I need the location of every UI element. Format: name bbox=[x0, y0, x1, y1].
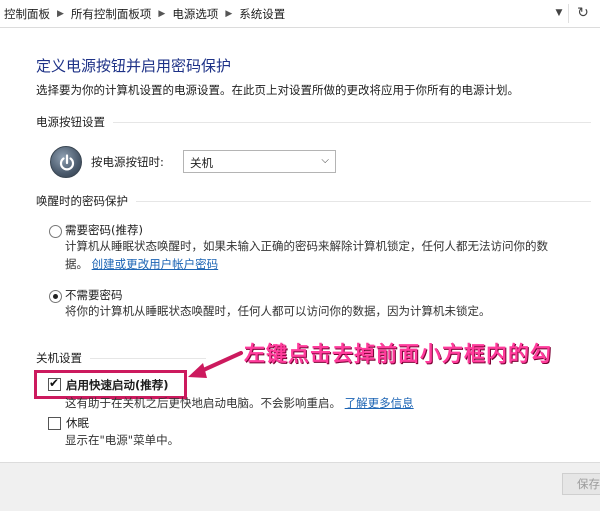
shutdown-section-header: 关机设置 bbox=[36, 350, 206, 366]
section-heading: 关机设置 bbox=[36, 350, 90, 366]
breadcrumb: 控制面板 ▶ 所有控制面板项 ▶ 电源选项 ▶ 系统设置 bbox=[4, 6, 285, 22]
hibernate-label[interactable]: 休眠 bbox=[66, 415, 89, 431]
hibernate-desc: 显示在"电源"菜单中。 bbox=[65, 433, 180, 447]
fast-startup-checkbox[interactable] bbox=[48, 376, 61, 391]
power-icon bbox=[50, 146, 82, 178]
annotation-arrow-icon bbox=[188, 351, 243, 378]
section-heading: 唤醒时的密码保护 bbox=[36, 193, 136, 209]
footer-bar: 保存 bbox=[0, 462, 600, 511]
breadcrumb-item-power-options[interactable]: 电源选项 bbox=[172, 6, 218, 22]
hibernate-checkbox[interactable] bbox=[48, 417, 61, 430]
page-subtitle: 选择要为你的计算机设置的电源设置。在此页上对设置所做的更改将应用于你所有的电源计… bbox=[36, 83, 519, 97]
chevron-right-icon[interactable]: ▶ bbox=[225, 9, 232, 19]
chevron-right-icon[interactable]: ▶ bbox=[57, 9, 64, 19]
require-password-desc-line2: 据。 创建或更改用户帐户密码 bbox=[65, 255, 218, 273]
no-password-desc: 将你的计算机从睡眠状态唤醒时，任何人都可以访问你的数据，因为计算机未锁定。 bbox=[65, 304, 491, 318]
change-account-password-link[interactable]: 创建或更改用户帐户密码 bbox=[92, 257, 219, 271]
no-password-label[interactable]: 不需要密码 bbox=[65, 287, 123, 303]
fast-startup-desc: 这有助于在关机之后更快地启动电脑。不会影响重启。 了解更多信息 bbox=[65, 394, 414, 412]
fast-startup-label[interactable]: 启用快速启动(推荐) bbox=[66, 377, 169, 393]
power-button-section-header: 电源按钮设置 bbox=[36, 114, 591, 130]
address-divider bbox=[568, 4, 569, 23]
chevron-right-icon[interactable]: ▶ bbox=[158, 9, 165, 19]
wake-password-section-header: 唤醒时的密码保护 bbox=[36, 193, 591, 209]
fast-startup-desc-text: 这有助于在关机之后更快地启动电脑。不会影响重启。 bbox=[65, 396, 341, 410]
section-divider bbox=[36, 122, 591, 123]
breadcrumb-item-system-settings[interactable]: 系统设置 bbox=[239, 6, 285, 22]
chevron-down-icon: ⌵ bbox=[321, 155, 329, 166]
require-password-radio[interactable] bbox=[49, 225, 62, 238]
breadcrumb-item-control-panel[interactable]: 控制面板 bbox=[4, 6, 50, 22]
save-button[interactable]: 保存 bbox=[562, 473, 600, 495]
require-password-desc-prefix: 据。 bbox=[65, 257, 88, 271]
section-heading: 电源按钮设置 bbox=[36, 114, 113, 130]
refresh-icon[interactable]: ↻ bbox=[573, 3, 593, 23]
page-title: 定义电源按钮并启用密码保护 bbox=[36, 57, 232, 75]
power-action-value: 关机 bbox=[190, 156, 213, 170]
annotation-text: 左键点击去掉前面小方框内的勾 bbox=[244, 341, 552, 366]
address-dropdown-icon[interactable]: ▼ bbox=[552, 5, 566, 21]
power-button-when-label: 按电源按钮时: bbox=[91, 155, 164, 169]
require-password-label[interactable]: 需要密码(推荐) bbox=[65, 222, 143, 238]
address-bar: 控制面板 ▶ 所有控制面板项 ▶ 电源选项 ▶ 系统设置 ▼ ↻ bbox=[0, 0, 600, 28]
power-action-select[interactable]: 关机 ⌵ bbox=[183, 150, 336, 173]
breadcrumb-item-all-items[interactable]: 所有控制面板项 bbox=[71, 6, 152, 22]
require-password-desc-line1: 计算机从睡眠状态唤醒时，如果未输入正确的密码来解除计算机锁定，任何人都无法访问你… bbox=[65, 239, 548, 253]
learn-more-link[interactable]: 了解更多信息 bbox=[345, 396, 414, 410]
no-password-radio[interactable] bbox=[49, 290, 62, 303]
